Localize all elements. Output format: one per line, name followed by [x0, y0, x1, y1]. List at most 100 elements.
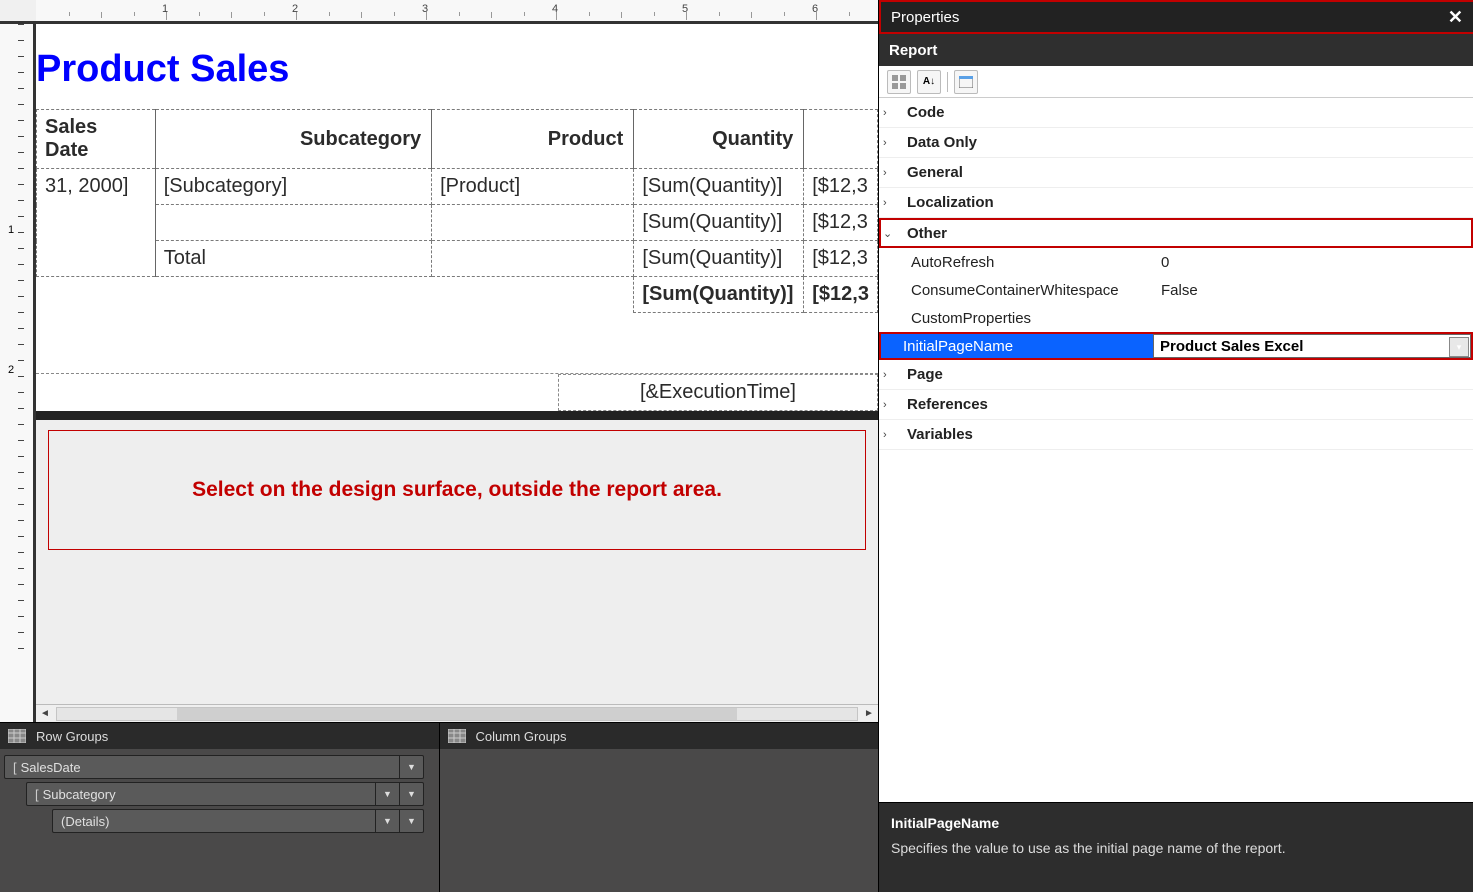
table-total-row[interactable]: [Sum(Quantity)] [$12,3 — [37, 277, 878, 313]
chevron-right-icon: › — [883, 107, 897, 119]
property-grid[interactable]: › Code › Data Only › General › Localization ⌄Oth… — [879, 98, 1473, 802]
category-label: Page — [907, 366, 943, 383]
category-label: Data Only — [907, 134, 977, 151]
toolbar-divider — [947, 72, 948, 92]
property-category[interactable]: › References — [879, 390, 1473, 420]
row-group-item[interactable]: Subcategory▼▼ — [26, 782, 424, 806]
property-row[interactable]: ConsumeContainerWhitespaceFalse — [879, 276, 1473, 304]
ruler-vertical[interactable]: 12 — [0, 24, 36, 722]
property-name: ConsumeContainerWhitespace — [911, 282, 1161, 299]
horizontal-scrollbar[interactable]: ◄ ► — [36, 704, 878, 722]
chevron-down-icon[interactable]: ▼ — [399, 810, 423, 832]
table-row[interactable]: 31, 2000] [Subcategory] [Product] [Sum(Q… — [37, 169, 878, 205]
cell[interactable]: [$12,3 — [804, 241, 878, 277]
scroll-right-arrow[interactable]: ► — [860, 707, 878, 721]
row-groups-body: SalesDate▼Subcategory▼▼(Details)▼▼ — [0, 749, 439, 892]
col-header-salesdate[interactable]: Sales Date — [37, 110, 156, 169]
row-group-item[interactable]: SalesDate▼ — [4, 755, 424, 779]
cell[interactable]: [Sum(Quantity)] — [634, 169, 804, 205]
chevron-down-icon[interactable]: ▾ — [1449, 337, 1469, 357]
property-row[interactable]: CustomProperties — [879, 304, 1473, 332]
property-pages-button[interactable] — [954, 70, 978, 94]
chevron-right-icon: › — [883, 399, 897, 411]
cell[interactable] — [155, 205, 431, 241]
property-category[interactable]: › Code — [879, 98, 1473, 128]
property-category[interactable]: › Localization — [879, 188, 1473, 218]
row-group-item[interactable]: (Details)▼▼ — [52, 809, 424, 833]
chevron-right-icon: › — [883, 429, 897, 441]
category-label: General — [907, 164, 963, 181]
cell[interactable] — [432, 241, 634, 277]
property-name: CustomProperties — [911, 310, 1161, 327]
col-header-quantity[interactable]: Quantity — [634, 110, 804, 169]
property-value-input[interactable]: Product Sales Excel — [1153, 334, 1471, 358]
cell[interactable]: [$12,3 — [804, 169, 878, 205]
ruler-horizontal[interactable]: 123456 — [36, 0, 878, 24]
cell[interactable] — [37, 241, 156, 277]
property-row[interactable]: AutoRefresh0 — [879, 248, 1473, 276]
chevron-down-icon[interactable]: ▼ — [375, 810, 399, 832]
property-category[interactable]: ›Variables — [879, 420, 1473, 450]
chevron-down-icon[interactable]: ▼ — [375, 783, 399, 805]
col-header-subcategory[interactable]: Subcategory — [155, 110, 431, 169]
chevron-right-icon: › — [883, 197, 897, 209]
alphabetical-button[interactable]: A↓ — [917, 70, 941, 94]
execution-time-cell[interactable]: [&ExecutionTime] — [558, 374, 878, 411]
row-groups-label: Row Groups — [36, 729, 108, 744]
chevron-down-icon[interactable]: ▼ — [399, 783, 423, 805]
chevron-down-icon: ⌄ — [883, 227, 897, 240]
report-title[interactable]: Product Sales — [36, 24, 878, 109]
scroll-left-arrow[interactable]: ◄ — [36, 707, 54, 721]
selected-object-row[interactable]: Report — [879, 34, 1473, 66]
desc-body: Specifies the value to use as the initia… — [891, 838, 1461, 859]
cell[interactable]: [Subcategory] — [155, 169, 431, 205]
column-groups-header: Column Groups — [440, 723, 879, 749]
cell[interactable]: 31, 2000] — [37, 169, 156, 205]
row-group-label: (Details) — [61, 814, 375, 829]
property-value[interactable]: False — [1161, 282, 1473, 299]
cell[interactable]: [Sum(Quantity)] — [634, 205, 804, 241]
property-name: AutoRefresh — [911, 254, 1161, 271]
chevron-right-icon: › — [883, 137, 897, 149]
ruler-corner — [0, 0, 36, 24]
cell[interactable]: [Product] — [432, 169, 634, 205]
cell[interactable]: Total — [155, 241, 431, 277]
grouping-pane: Row Groups SalesDate▼Subcategory▼▼(Detai… — [0, 722, 878, 892]
row-group-label: Subcategory — [35, 787, 375, 802]
categorized-button[interactable] — [887, 70, 911, 94]
property-category[interactable]: ›Page — [879, 360, 1473, 390]
property-description: InitialPageName Specifies the value to u… — [879, 802, 1473, 892]
category-label: Localization — [907, 194, 994, 211]
close-icon[interactable]: ✕ — [1448, 7, 1463, 28]
col-header-extra[interactable] — [804, 110, 878, 169]
scroll-thumb[interactable] — [177, 708, 737, 720]
column-groups-label: Column Groups — [476, 729, 567, 744]
category-label: References — [907, 396, 988, 413]
selected-object-label: Report — [889, 42, 937, 59]
cell[interactable]: [$12,3 — [804, 205, 878, 241]
properties-toolbar: A↓ — [879, 66, 1473, 98]
page-footer[interactable]: [&ExecutionTime] — [36, 373, 878, 414]
cell[interactable] — [432, 205, 634, 241]
property-category[interactable]: ⌄Other — [879, 218, 1473, 248]
property-row-selected[interactable]: InitialPageNameProduct Sales Excel▾ — [879, 332, 1473, 360]
table-row[interactable]: Total [Sum(Quantity)] [$12,3 — [37, 241, 878, 277]
category-label: Code — [907, 104, 945, 121]
cell[interactable]: [Sum(Quantity)] — [634, 241, 804, 277]
design-surface[interactable]: Product Sales Sales Date Subcategory Pro… — [36, 24, 878, 704]
column-groups-body — [440, 749, 879, 892]
cell[interactable]: [Sum(Quantity)] — [634, 277, 804, 313]
chevron-down-icon[interactable]: ▼ — [399, 756, 423, 778]
report-tablix[interactable]: Sales Date Subcategory Product Quantity … — [36, 109, 878, 313]
property-value[interactable]: 0 — [1161, 254, 1473, 271]
col-header-product[interactable]: Product — [432, 110, 634, 169]
cell[interactable] — [37, 205, 156, 241]
chevron-right-icon: › — [883, 167, 897, 179]
property-category[interactable]: › General — [879, 158, 1473, 188]
design-surface-outside[interactable]: Select on the design surface, outside th… — [36, 420, 878, 704]
scroll-track[interactable] — [56, 707, 858, 721]
property-name: InitialPageName — [903, 338, 1153, 355]
table-row[interactable]: [Sum(Quantity)] [$12,3 — [37, 205, 878, 241]
cell[interactable]: [$12,3 — [804, 277, 878, 313]
property-category[interactable]: › Data Only — [879, 128, 1473, 158]
